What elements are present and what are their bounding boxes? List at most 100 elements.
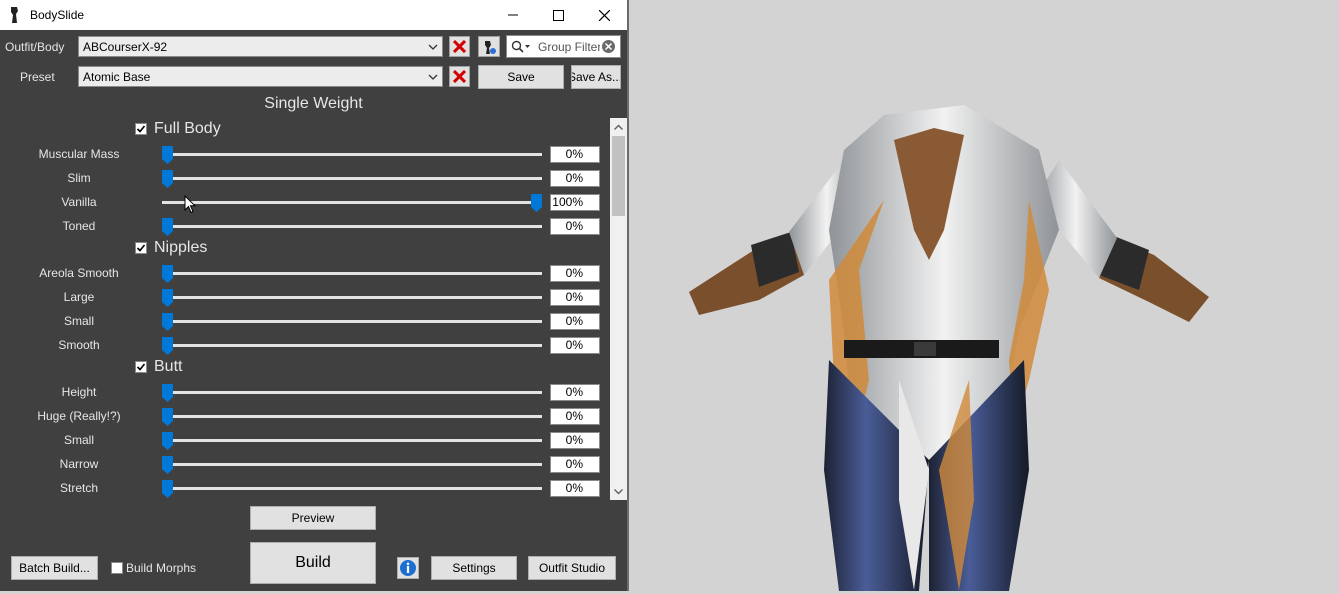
slider-track[interactable] bbox=[162, 177, 542, 180]
minimize-icon bbox=[508, 14, 518, 16]
slider-row: Stretch 0% bbox=[0, 476, 610, 500]
slider-value-input[interactable]: 0% bbox=[550, 313, 600, 330]
preset-value: Atomic Base bbox=[83, 70, 151, 84]
info-icon[interactable] bbox=[397, 557, 419, 579]
slider-track[interactable] bbox=[162, 296, 542, 299]
slider-track[interactable] bbox=[162, 439, 542, 442]
slider-label: Vanilla bbox=[61, 195, 97, 209]
clear-x-icon bbox=[453, 70, 466, 83]
scroll-thumb[interactable] bbox=[612, 136, 625, 216]
slider-label: Narrow bbox=[59, 457, 99, 471]
preview-button[interactable]: Preview bbox=[250, 506, 376, 530]
window-title: BodySlide bbox=[30, 8, 85, 22]
slider-thumb[interactable] bbox=[162, 384, 173, 402]
slider-row: Smooth 0% bbox=[0, 333, 610, 357]
maximize-button[interactable] bbox=[535, 0, 581, 30]
slider-track[interactable] bbox=[162, 320, 542, 323]
outfit-studio-shortcut-button[interactable] bbox=[478, 36, 500, 57]
slider-value-input[interactable]: 0% bbox=[550, 265, 600, 282]
slider-track[interactable] bbox=[162, 153, 542, 156]
slider-row: Huge (Really!?) 0% bbox=[0, 404, 610, 428]
outfit-combo[interactable]: ABCourserX-92 bbox=[78, 36, 443, 57]
slider-thumb[interactable] bbox=[162, 480, 173, 498]
slider-label: Muscular Mass bbox=[38, 147, 120, 161]
slider-thumb[interactable] bbox=[162, 146, 173, 164]
minimize-button[interactable] bbox=[490, 0, 536, 30]
checkmark-icon bbox=[136, 244, 146, 252]
outfit-value: ABCourserX-92 bbox=[83, 40, 168, 54]
slider-value-input[interactable]: 0% bbox=[550, 456, 600, 473]
slider-label: Small bbox=[63, 314, 94, 328]
checkmark-icon bbox=[136, 125, 146, 133]
slider-value-input[interactable]: 0% bbox=[550, 432, 600, 449]
group-checkbox[interactable] bbox=[135, 123, 147, 135]
slider-track[interactable] bbox=[162, 463, 542, 466]
group-checkbox[interactable] bbox=[135, 361, 147, 373]
checkmark-icon bbox=[136, 363, 146, 371]
scroll-up-button[interactable] bbox=[610, 118, 627, 135]
slider-thumb[interactable] bbox=[162, 170, 173, 188]
slider-track[interactable] bbox=[162, 225, 542, 228]
slider-thumb[interactable] bbox=[162, 456, 173, 474]
clear-preset-button[interactable] bbox=[449, 66, 470, 87]
slider-thumb[interactable] bbox=[162, 408, 173, 426]
build-morphs-label: Build Morphs bbox=[126, 561, 197, 575]
slider-row: Height 0% bbox=[0, 380, 610, 404]
slider-thumb[interactable] bbox=[162, 313, 173, 331]
slider-value-input[interactable]: 0% bbox=[550, 384, 600, 401]
slider-value-input[interactable]: 0% bbox=[550, 170, 600, 187]
slider-row: Muscular Mass 0% bbox=[0, 142, 610, 166]
group-title: Nipples bbox=[154, 239, 208, 256]
slider-track[interactable] bbox=[162, 201, 542, 204]
outfit-studio-button[interactable]: Outfit Studio bbox=[528, 556, 616, 580]
slider-track[interactable] bbox=[162, 272, 542, 275]
outfit-3d-model bbox=[689, 105, 1209, 591]
clear-search-icon[interactable] bbox=[601, 39, 616, 54]
search-icon bbox=[511, 40, 530, 53]
save-preset-button[interactable]: Save bbox=[478, 65, 564, 89]
slider-label: Stretch bbox=[59, 481, 98, 495]
slider-value-input[interactable]: 0% bbox=[550, 146, 600, 163]
save-as-button[interactable]: Save As... bbox=[571, 65, 621, 89]
mouse-cursor-icon bbox=[184, 195, 196, 214]
title-bar[interactable]: BodySlide bbox=[0, 0, 627, 30]
slider-value-input[interactable]: 0% bbox=[550, 289, 600, 306]
preview-viewport[interactable] bbox=[629, 0, 1339, 591]
slider-label: Smooth bbox=[58, 338, 100, 352]
slider-label: Small bbox=[63, 433, 94, 447]
group-title: Butt bbox=[154, 358, 183, 375]
slider-track[interactable] bbox=[162, 344, 542, 347]
slider-scrollbar[interactable] bbox=[610, 118, 627, 500]
clear-outfit-button[interactable] bbox=[449, 36, 470, 57]
slider-thumb[interactable] bbox=[162, 432, 173, 450]
slider-track[interactable] bbox=[162, 487, 542, 490]
slider-row: Vanilla 100% bbox=[0, 190, 610, 214]
slider-thumb[interactable] bbox=[162, 289, 173, 307]
settings-button[interactable]: Settings bbox=[431, 556, 517, 580]
slider-value-input[interactable]: 0% bbox=[550, 218, 600, 235]
slider-track[interactable] bbox=[162, 391, 542, 394]
slider-value-input[interactable]: 100% bbox=[550, 194, 600, 211]
slider-value-input[interactable]: 0% bbox=[550, 480, 600, 497]
build-button[interactable]: Build bbox=[250, 542, 376, 584]
slider-group: Nipples bbox=[0, 238, 610, 260]
slider-thumb[interactable] bbox=[162, 265, 173, 283]
batch-build-button[interactable]: Batch Build... bbox=[11, 556, 98, 580]
build-morphs-box[interactable] bbox=[111, 562, 123, 574]
close-button[interactable] bbox=[581, 0, 627, 30]
slider-track[interactable] bbox=[162, 415, 542, 418]
slider-value-input[interactable]: 0% bbox=[550, 337, 600, 354]
brush-icon bbox=[485, 40, 496, 54]
preset-combo[interactable]: Atomic Base bbox=[78, 66, 443, 87]
group-checkbox[interactable] bbox=[135, 242, 147, 254]
slider-label: Areola Smooth bbox=[39, 266, 119, 280]
maximize-icon bbox=[552, 9, 564, 21]
group-filter-search[interactable]: Group Filter bbox=[506, 35, 621, 58]
scroll-down-button[interactable] bbox=[610, 483, 627, 500]
slider-value-input[interactable]: 0% bbox=[550, 408, 600, 425]
slider-label: Slim bbox=[67, 171, 91, 185]
slider-thumb[interactable] bbox=[162, 337, 173, 355]
slider-thumb[interactable] bbox=[531, 194, 542, 212]
slider-thumb[interactable] bbox=[162, 218, 173, 236]
chevron-down-icon bbox=[614, 488, 623, 494]
